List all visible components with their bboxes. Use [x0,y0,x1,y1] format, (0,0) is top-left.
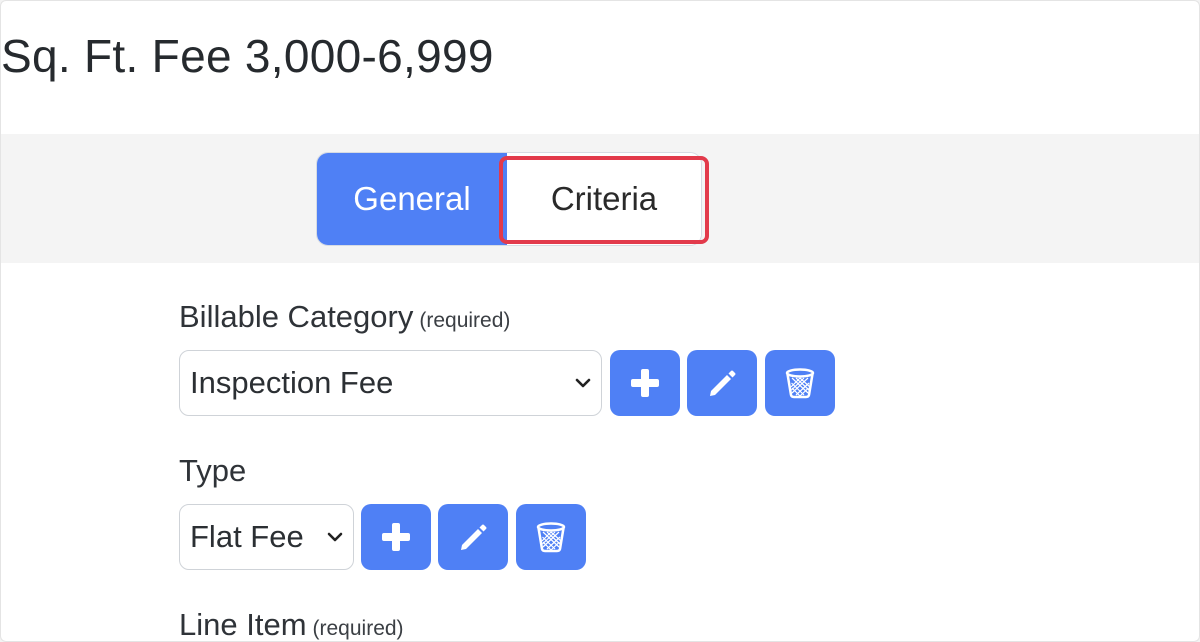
trash-icon [785,368,815,399]
plus-icon [631,369,659,397]
page-frame: Sq. Ft. Fee 3,000-6,999 General Criteria… [0,0,1200,642]
tab-criteria[interactable]: Criteria [507,153,701,245]
type-select[interactable]: Flat Fee [179,504,354,570]
line-item-label: Line Item (required) [179,607,404,642]
billable-category-required-note: (required) [419,309,511,332]
billable-category-add-button[interactable] [610,350,680,416]
pencil-icon [461,524,487,550]
billable-category-select[interactable]: Inspection Fee [179,350,602,416]
trash-icon [536,522,566,553]
billable-category-label: Billable Category (required) [179,299,510,335]
tab-group: General Criteria [316,152,702,246]
plus-icon [382,523,410,551]
type-add-button[interactable] [361,504,431,570]
page-title: Sq. Ft. Fee 3,000-6,999 [1,30,494,82]
chevron-down-icon [327,532,343,542]
billable-category-label-text: Billable Category [179,299,414,334]
pencil-icon [710,370,736,396]
billable-category-delete-button[interactable] [765,350,835,416]
tab-general[interactable]: General [317,153,507,245]
type-edit-button[interactable] [438,504,508,570]
line-item-required-note: (required) [312,617,404,640]
line-item-label-text: Line Item [179,607,307,642]
type-label: Type [179,453,247,488]
chevron-down-icon [575,378,591,388]
billable-category-edit-button[interactable] [687,350,757,416]
type-value: Flat Fee [190,519,304,554]
billable-category-value: Inspection Fee [190,365,394,400]
type-delete-button[interactable] [516,504,586,570]
